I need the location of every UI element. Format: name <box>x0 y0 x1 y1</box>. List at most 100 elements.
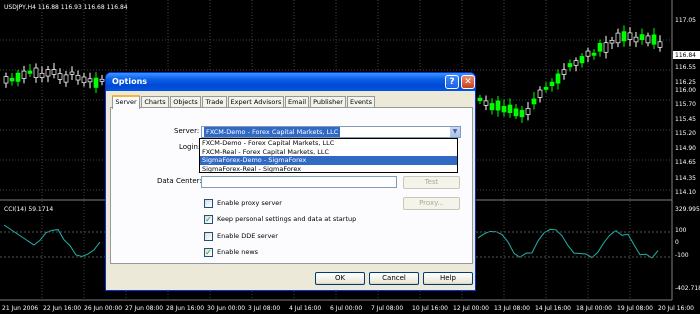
server-select[interactable]: FXCM-Demo - Forex Capital Markets, LLC ▼ <box>201 126 461 138</box>
candle-body <box>33 67 39 79</box>
candle-body <box>651 34 657 45</box>
date-tick-label: 27 Jun 08:00 <box>125 305 163 312</box>
tab-server[interactable]: Server <box>112 95 140 109</box>
cancel-button[interactable]: Cancel <box>369 272 419 285</box>
indicator-tick-label: -100 <box>675 252 689 259</box>
candle-body <box>657 41 663 48</box>
date-tick-label: 13 Jul 08:00 <box>494 305 530 312</box>
price-tick-label: 116.25 <box>675 79 696 86</box>
candle-body <box>639 34 645 41</box>
indicator-tick-label: 100 <box>675 227 687 234</box>
cci-line <box>3 224 101 258</box>
options-dialog: Options ? ✕ Server Charts Objects Trade … <box>105 72 476 291</box>
candle-body <box>537 89 543 98</box>
candle-body <box>99 78 105 82</box>
candle-body <box>477 97 483 102</box>
candle-body <box>591 52 597 56</box>
candle-body <box>45 69 51 77</box>
candle-body <box>15 72 21 82</box>
candle-body <box>3 76 9 84</box>
price-tick-label: 115.20 <box>675 130 696 137</box>
candle-body <box>75 75 81 81</box>
current-price-label: 116.84 <box>675 52 696 59</box>
chevron-down-icon[interactable]: ▼ <box>449 127 460 137</box>
candle-body <box>489 103 495 111</box>
dropdown-option-selected[interactable]: SigmaForex-Demo - SigmaForex <box>200 156 457 165</box>
server-value: FXCM-Demo - Forex Capital Markets, LLC <box>204 127 341 137</box>
time-axis-labels: 21 Jun 2006 22 Jun 16:00 26 Jun 00:00 27 Ju… <box>2 305 694 312</box>
chart-title: USDJPY,H4 116.88 116.93 116.68 116.84 <box>4 4 128 11</box>
checkbox-box[interactable] <box>204 232 213 241</box>
candle-body <box>531 98 537 105</box>
indicator-title: CCI(14) 59.1714 <box>4 206 53 213</box>
price-tick-label: 115.70 <box>675 101 696 108</box>
price-tick-label: 114.65 <box>675 159 696 166</box>
date-tick-label: 22 Jun 16:00 <box>43 305 81 312</box>
dropdown-option[interactable]: FXCM-Real - Forex Capital Markets, LLC <box>200 148 457 157</box>
help-title-button[interactable]: ? <box>445 75 459 89</box>
candle-body <box>555 73 561 84</box>
price-tick-label: 114.35 <box>675 175 696 182</box>
candle-body <box>51 69 57 75</box>
price-tick-label: 114.10 <box>675 189 696 196</box>
date-tick-label: 10 Jul 16:00 <box>412 305 448 312</box>
checkmark-icon[interactable]: ✓ <box>204 215 213 224</box>
candle-body <box>627 32 633 40</box>
candle-body <box>39 72 45 78</box>
candle-body <box>483 100 489 106</box>
checkbox-label: Enable news <box>217 248 259 256</box>
candle-body <box>69 71 75 75</box>
date-tick-label: 6 Jul 00:00 <box>330 305 362 312</box>
date-tick-label: 30 Jun 00:00 <box>207 305 245 312</box>
candle-body <box>93 77 99 88</box>
date-tick-label: 18 Jul 00:00 <box>576 305 612 312</box>
candle-body <box>573 60 579 66</box>
server-dropdown-list[interactable]: FXCM-Demo - Forex Capital Markets, LLC F… <box>199 138 458 173</box>
candle-body <box>27 70 33 74</box>
candle-body <box>609 40 615 44</box>
price-tick-label: 114.90 <box>675 145 696 152</box>
candle-body <box>525 108 531 115</box>
checkmark-icon[interactable]: ✓ <box>204 248 213 257</box>
candle-body <box>507 104 513 113</box>
candle-body <box>63 74 69 83</box>
proxy-button[interactable]: Proxy... <box>403 197 460 210</box>
indicator-axis-labels: 329.9959 100 0 -100 -402.7187 <box>675 206 700 292</box>
candle-body <box>597 43 603 52</box>
date-tick-label: 3 Jul 08:00 <box>248 305 280 312</box>
candle-body <box>543 86 549 90</box>
checkbox-label: Enable DDE server <box>217 232 278 240</box>
indicator-tick-label: 329.9959 <box>675 206 700 213</box>
candle-body <box>567 63 573 68</box>
candle-body <box>81 76 87 83</box>
dropdown-option[interactable]: SigmaForex-Real - SigmaForex <box>200 165 457 174</box>
dropdown-option[interactable]: FXCM-Demo - Forex Capital Markets, LLC <box>200 139 457 148</box>
close-icon[interactable]: ✕ <box>461 75 475 89</box>
price-tick-label: 115.45 <box>675 116 696 123</box>
date-tick-label: 26 Jun 00:00 <box>84 305 122 312</box>
date-tick-label: 7 Jul 08:00 <box>371 305 403 312</box>
ok-button[interactable]: OK <box>315 272 365 285</box>
date-tick-label: 20 Jul 16:00 <box>658 305 694 312</box>
date-tick-label: 28 Jun 16:00 <box>166 305 204 312</box>
date-tick-label: 19 Jul 08:00 <box>617 305 653 312</box>
test-button[interactable]: Test <box>403 176 460 189</box>
checkbox-label: Keep personal settings and data at start… <box>217 215 357 223</box>
candle-body <box>645 35 651 44</box>
help-button[interactable]: Help <box>423 272 473 285</box>
price-tick-label: 116.55 <box>675 64 696 71</box>
candle-body <box>615 32 621 44</box>
date-tick-label: 12 Jul 00:00 <box>453 305 489 312</box>
candle-body <box>603 42 609 53</box>
checkbox-label: Enable proxy server <box>217 199 282 207</box>
candle-body <box>57 73 63 80</box>
datacenter-label: Data Center: <box>157 177 202 185</box>
candle-body <box>501 105 507 113</box>
candle-body <box>519 110 525 118</box>
datacenter-input[interactable] <box>201 176 397 188</box>
checkbox-box[interactable] <box>204 199 213 208</box>
candle-body <box>585 50 591 57</box>
login-label: Login: <box>179 143 201 151</box>
indicator-tick-label: 0 <box>675 239 679 246</box>
server-tab-panel: Server: FXCM-Demo - Forex Capital Market… <box>110 107 473 264</box>
